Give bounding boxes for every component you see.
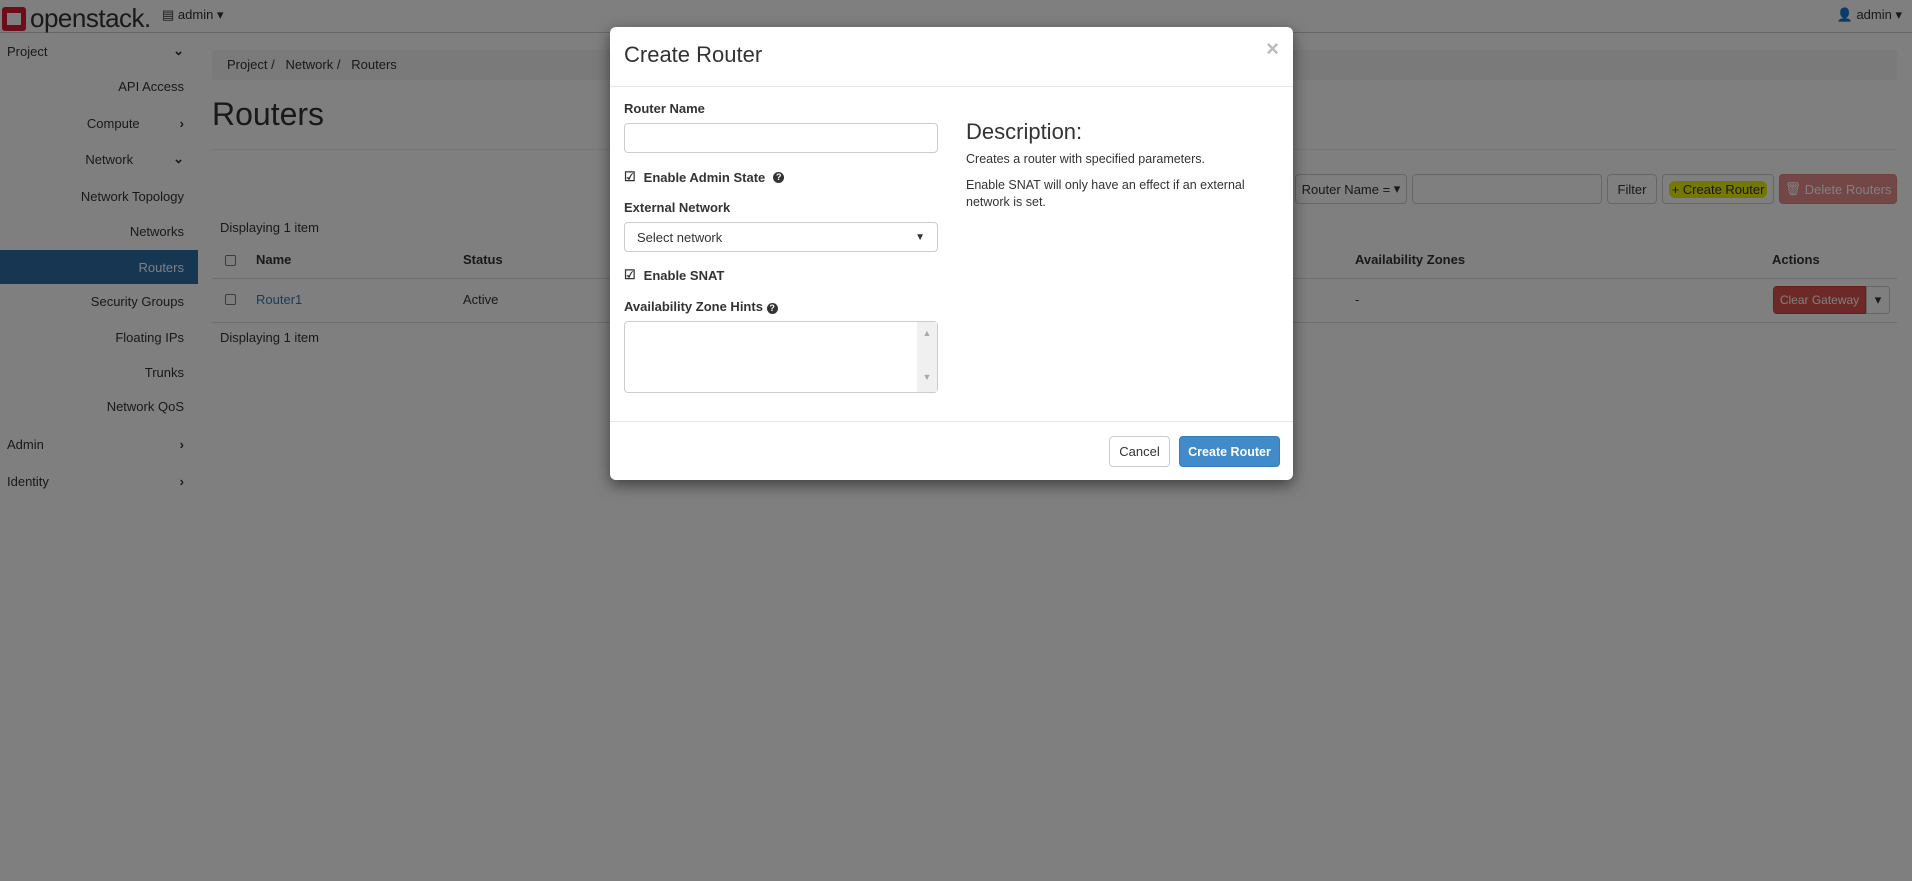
create-router-modal: Create Router × Router Name ☑ Enable Admi… xyxy=(610,27,1293,480)
scroll-down-icon[interactable]: ▼ xyxy=(917,372,937,382)
enable-snat-checkbox[interactable]: ☑ Enable SNAT xyxy=(624,267,724,283)
checkbox-checked-icon: ☑ xyxy=(624,169,636,184)
label: Enable SNAT xyxy=(643,267,725,283)
help-icon[interactable]: ? xyxy=(773,171,785,183)
scroll-up-icon[interactable]: ▲ xyxy=(917,328,937,338)
az-hints-label: Availability Zone Hints ? xyxy=(624,299,778,314)
description-text: Creates a router with specified paramete… xyxy=(966,152,1205,166)
caret-down-icon: ▼ xyxy=(915,231,925,243)
label: Availability Zone Hints xyxy=(624,299,763,314)
description-heading: Description: xyxy=(966,119,1083,144)
modal-header-divider xyxy=(610,86,1293,87)
listbox-scrollbar[interactable]: ▲ ▼ xyxy=(917,322,937,392)
checkbox-checked-icon: ☑ xyxy=(624,267,636,282)
selected-value: Select network xyxy=(637,229,723,245)
label: Cancel xyxy=(1119,444,1160,459)
enable-admin-state-checkbox[interactable]: ☑ Enable Admin State? xyxy=(624,169,785,185)
router-name-input[interactable] xyxy=(624,123,938,153)
az-hints-listbox[interactable]: ▲ ▼ xyxy=(624,321,938,393)
label: Enable Admin State xyxy=(643,169,766,185)
label: Create Router xyxy=(1188,444,1271,459)
description-text: Enable SNAT will only have an effect if … xyxy=(966,178,1245,209)
help-icon[interactable]: ? xyxy=(766,303,778,314)
modal-footer-divider xyxy=(610,421,1293,422)
external-network-label: External Network xyxy=(624,200,731,215)
external-network-select[interactable]: Select network ▼ xyxy=(624,222,938,252)
close-icon[interactable]: × xyxy=(1266,36,1279,62)
create-router-submit-button[interactable]: Create Router xyxy=(1179,436,1280,467)
modal-title: Create Router xyxy=(624,42,763,67)
router-name-label: Router Name xyxy=(624,101,705,116)
cancel-button[interactable]: Cancel xyxy=(1109,436,1170,467)
